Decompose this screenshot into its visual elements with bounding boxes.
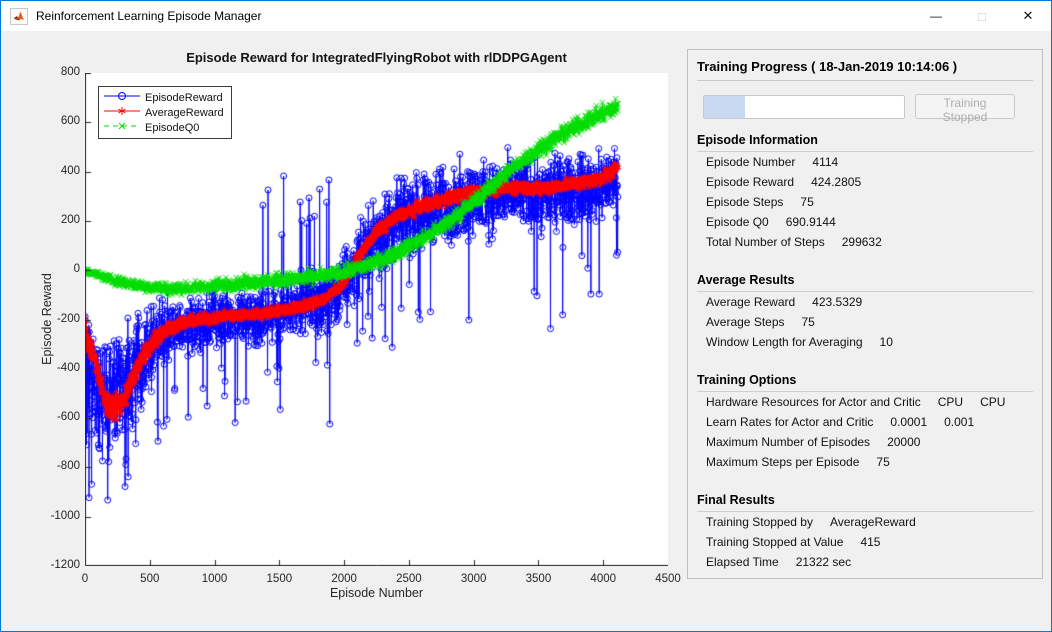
info-label: Learn Rates for Actor and Critic (706, 415, 874, 429)
info-label: Maximum Number of Episodes (706, 435, 871, 449)
info-row-hardware-resources-for-actor-and-critic: Hardware Resources for Actor and Critic C… (706, 392, 1033, 412)
info-label: Training Stopped at Value (706, 535, 844, 549)
info-row-maximum-steps-per-episode: Maximum Steps per Episode 75 (706, 452, 1033, 472)
y-tick-label: -800 (56, 460, 80, 473)
info-label: Average Steps (706, 315, 785, 329)
section-title: Episode Information (697, 131, 1033, 152)
info-row-elapsed-time: Elapsed Time 21322 sec (706, 552, 1033, 572)
y-tick-label: -1000 (50, 509, 80, 522)
info-value: CPU (937, 395, 964, 409)
x-tick-label: 4000 (590, 573, 617, 585)
section-title: Training Options (697, 371, 1033, 392)
window-title: Reinforcement Learning Episode Manager (36, 9, 262, 23)
section-title: Average Results (697, 271, 1033, 292)
legend-marker-episodeq0 (104, 119, 140, 137)
y-tick-label: -600 (56, 411, 80, 424)
section-average-results: Average Results Average Reward 423.5329 Ave… (697, 271, 1033, 352)
info-value: 75 (800, 195, 814, 209)
info-label: Episode Number (706, 155, 796, 169)
y-tick-label: 400 (60, 164, 80, 177)
y-tick-label: 800 (60, 66, 80, 78)
episode-manager-window: Reinforcement Learning Episode Manager —… (0, 0, 1052, 632)
info-value: 0.001 (944, 415, 975, 429)
info-label: Training Stopped by (706, 515, 813, 529)
x-tick-label: 2000 (331, 573, 357, 585)
info-value: 299632 (841, 235, 882, 249)
x-axis-label: Episode Number (329, 586, 424, 600)
training-progress-panel: Training Progress ( 18-Jan-2019 10:14:06… (687, 49, 1043, 579)
info-value: 75 (801, 315, 815, 329)
info-value: 415 (860, 535, 881, 549)
info-label: Average Reward (706, 295, 796, 309)
info-value: CPU (980, 395, 1006, 409)
info-value: 75 (876, 455, 890, 469)
info-row-episode-number: Episode Number 4114 (706, 152, 1033, 172)
y-tick-label: 600 (60, 115, 80, 128)
maximize-button[interactable]: □ (959, 1, 1005, 31)
progress-row: Training Stopped (697, 94, 1033, 124)
x-tick-label: 2500 (396, 573, 422, 585)
info-value: AverageReward (829, 515, 916, 529)
info-label: Total Number of Steps (706, 235, 825, 249)
legend-label: AverageReward (145, 106, 224, 119)
info-label: Window Length for Averaging (706, 335, 863, 349)
info-value: 4114 (812, 155, 839, 169)
x-tick-label: 3000 (460, 573, 487, 585)
plot-area (85, 73, 668, 566)
section-final-results: Final Results Training Stopped by AverageR… (697, 491, 1033, 572)
minimize-button[interactable]: — (913, 1, 959, 31)
x-tick-label: 0 (81, 573, 89, 585)
x-tick-label: 3500 (525, 573, 552, 585)
panel-title: Training Progress ( 18-Jan-2019 10:14:06… (697, 56, 1033, 81)
progress-bar (703, 94, 905, 119)
x-tick-label: 500 (140, 573, 160, 585)
info-row-maximum-number-of-episodes: Maximum Number of Episodes 20000 (706, 432, 1033, 452)
info-row-window-length-for-averaging: Window Length for Averaging 10 (706, 332, 1033, 352)
reward-chart-canvas (85, 73, 668, 566)
y-tick-label: 200 (60, 213, 80, 226)
section-training-options: Training Options Hardware Resources for A… (697, 371, 1033, 472)
info-value: 20000 (887, 435, 921, 449)
window-controls: — □ ✕ (913, 1, 1051, 31)
info-row-training-stopped-at-value: Training Stopped at Value 415 (706, 532, 1033, 552)
info-label: Hardware Resources for Actor and Critic (706, 395, 921, 409)
progress-fill (704, 95, 746, 118)
info-value: 21322 sec (795, 555, 852, 569)
info-value: 690.9144 (785, 215, 836, 229)
chart-legend: EpisodeReward AverageReward EpisodeQ0 (98, 86, 232, 139)
info-row-total-number-of-steps: Total Number of Steps 299632 (706, 232, 1033, 252)
info-row-average-steps: Average Steps 75 (706, 312, 1033, 332)
info-value: 10 (879, 335, 893, 349)
y-tick-label: -1200 (50, 559, 80, 571)
info-row-training-stopped-by: Training Stopped by AverageReward (706, 512, 1033, 532)
legend-label: EpisodeQ0 (145, 121, 200, 134)
info-label: Elapsed Time (706, 555, 779, 569)
y-axis-label: Episode Reward (40, 273, 54, 365)
x-tick-label: 1000 (201, 573, 228, 585)
training-stopped-button[interactable]: Training Stopped (915, 94, 1015, 124)
info-label: Maximum Steps per Episode (706, 455, 860, 469)
chart-title: Episode Reward for IntegratedFlyingRobot… (186, 50, 567, 65)
info-value: 424.2805 (811, 175, 862, 189)
info-value: 423.5329 (812, 295, 863, 309)
close-button[interactable]: ✕ (1005, 1, 1051, 31)
info-row-learn-rates-for-actor-and-critic: Learn Rates for Actor and Critic 0.0001 0.… (706, 412, 1033, 432)
info-label: Episode Q0 (706, 215, 769, 229)
legend-item-episodeq0: EpisodeQ0 (104, 120, 224, 135)
x-tick-label: 1500 (266, 573, 293, 585)
section-episode-information: Episode Information Episode Number 4114 Epi… (697, 131, 1033, 252)
section-title: Final Results (697, 491, 1033, 512)
legend-label: EpisodeReward (145, 91, 223, 104)
info-row-episode-reward: Episode Reward 424.2805 (706, 172, 1033, 192)
info-row-episode-q0: Episode Q0 690.9144 (706, 212, 1033, 232)
info-value: 0.0001 (890, 415, 928, 429)
panel-sections: Episode Information Episode Number 4114 Epi… (697, 131, 1033, 572)
info-row-average-reward: Average Reward 423.5329 (706, 292, 1033, 312)
title-bar[interactable]: Reinforcement Learning Episode Manager —… (1, 1, 1051, 31)
info-label: Episode Steps (706, 195, 784, 209)
info-label: Episode Reward (706, 175, 795, 189)
info-row-episode-steps: Episode Steps 75 (706, 192, 1033, 212)
matlab-logo-icon (10, 7, 28, 25)
